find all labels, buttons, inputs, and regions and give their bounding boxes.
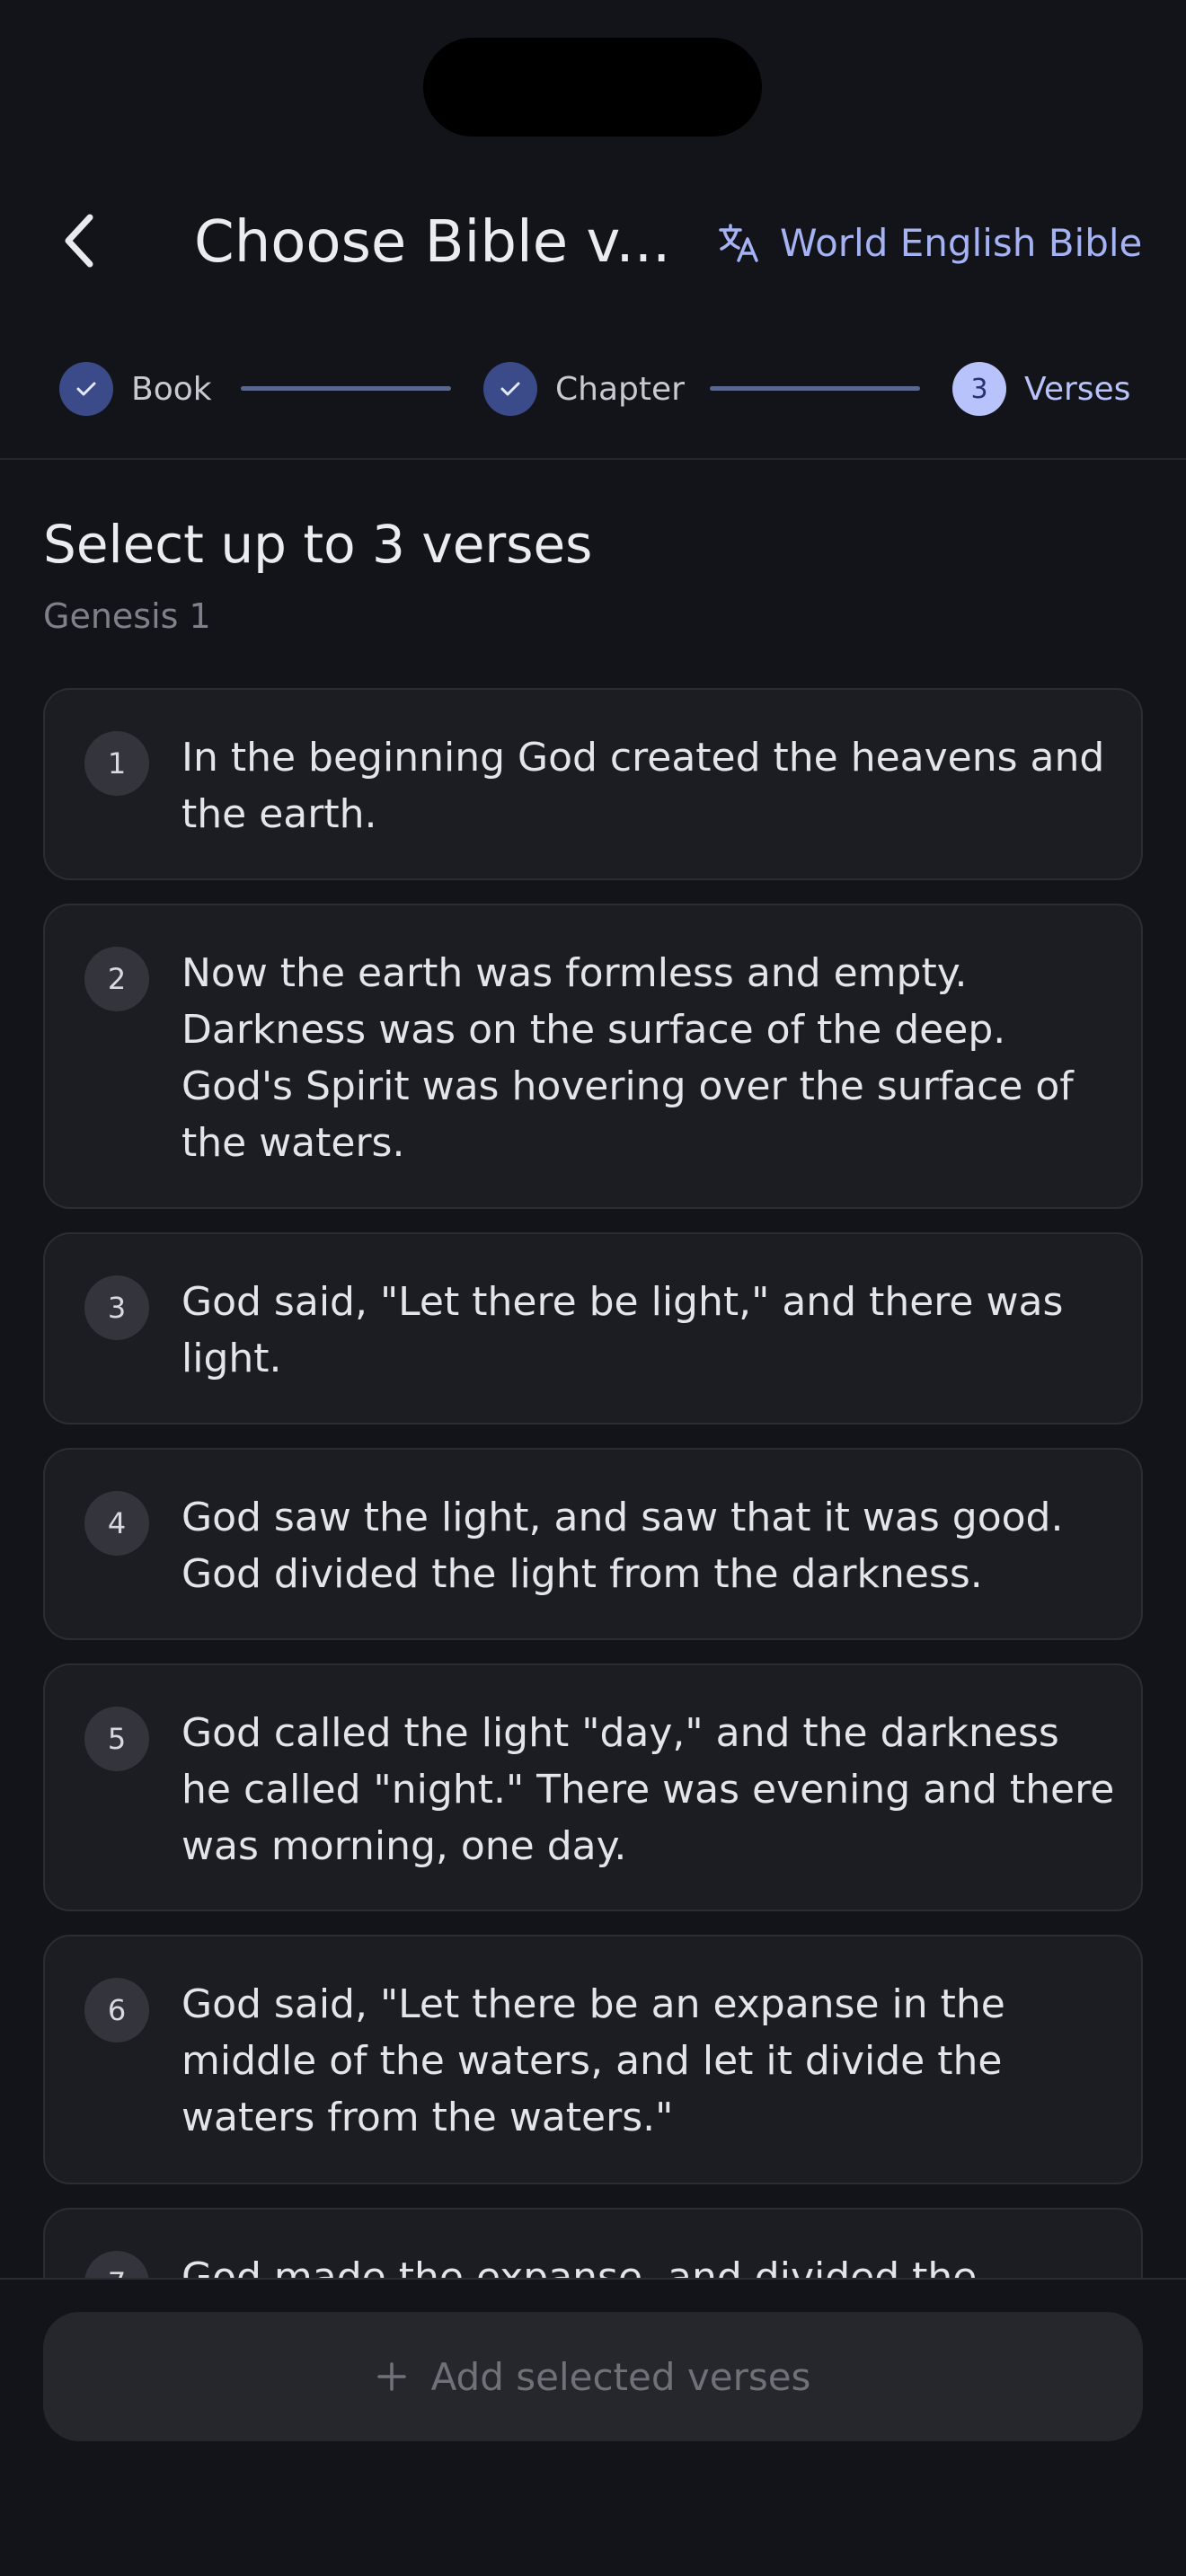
verse-card[interactable]: 7 God made the expanse, and divided the … — [43, 2208, 1143, 2278]
plus-icon — [376, 2362, 406, 2391]
verse-text: God said, "Let there be light," and ther… — [181, 1279, 1064, 1381]
verse-card[interactable]: 1 In the beginning God created the heave… — [43, 688, 1143, 880]
verse-card[interactable]: 2 Now the earth was formless and empty. … — [43, 904, 1143, 1209]
verse-number: 4 — [84, 1491, 149, 1556]
bottom-action-bar: Add selected verses — [0, 2278, 1186, 2576]
verse-number: 3 — [84, 1275, 149, 1340]
verse-text: God said, "Let there be an expanse in th… — [181, 1981, 1005, 2140]
verse-card[interactable]: 5 God called the light "day," and the da… — [43, 1663, 1143, 1911]
verse-text: Now the earth was formless and empty. Da… — [181, 950, 1074, 1166]
verse-text: God saw the light, and saw that it was g… — [181, 1495, 1064, 1597]
verse-number: 1 — [84, 731, 149, 796]
verse-card[interactable]: 3 God said, "Let there be light," and th… — [43, 1232, 1143, 1425]
chapter-reference: Genesis 1 — [43, 596, 211, 636]
section-title: Select up to 3 verses — [43, 514, 593, 575]
verse-text: God called the light "day," and the dark… — [181, 1710, 1115, 1869]
verse-scroll-area[interactable]: Select up to 3 verses Genesis 1 1 In the… — [0, 0, 1186, 2278]
add-selected-verses-button[interactable]: Add selected verses — [43, 2312, 1143, 2441]
verse-number: 5 — [84, 1707, 149, 1771]
verse-number: 7 — [84, 2251, 149, 2278]
verse-card[interactable]: 4 God saw the light, and saw that it was… — [43, 1448, 1143, 1640]
verse-text: God made the expanse, and divided the wa… — [181, 2254, 978, 2278]
verse-text: In the beginning God created the heavens… — [181, 735, 1105, 837]
verse-number: 6 — [84, 1978, 149, 2042]
verse-number: 2 — [84, 947, 149, 1011]
add-selected-verses-label: Add selected verses — [430, 2354, 811, 2399]
verse-card[interactable]: 6 God said, "Let there be an expanse in … — [43, 1935, 1143, 2184]
